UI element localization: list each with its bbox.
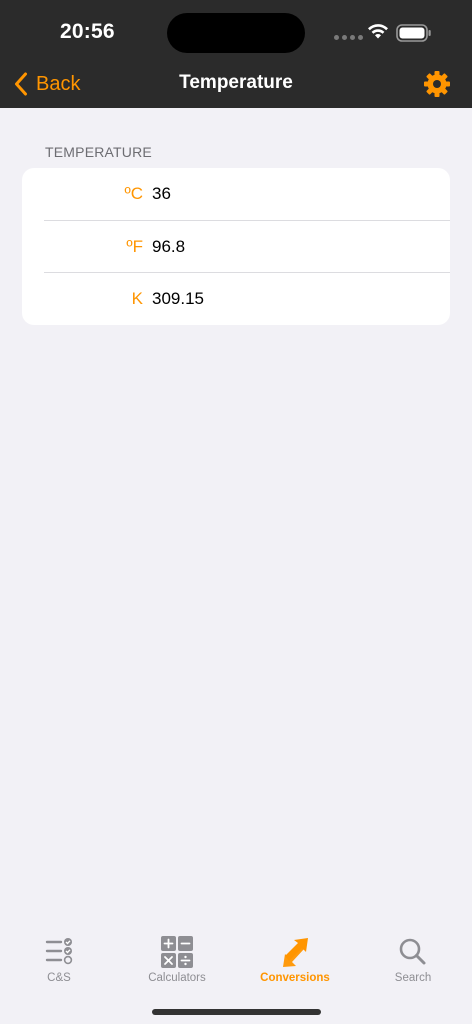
page-title: Temperature bbox=[179, 72, 293, 93]
status-time: 20:56 bbox=[60, 20, 115, 43]
tab-label: Conversions bbox=[260, 972, 330, 984]
tab-cs[interactable]: C&S bbox=[0, 936, 118, 984]
tab-calculators[interactable]: Calculators bbox=[118, 936, 236, 984]
home-indicator bbox=[152, 1009, 321, 1015]
dynamic-island bbox=[167, 13, 305, 53]
unit-label: ºC bbox=[124, 184, 144, 203]
kelvin-field[interactable]: 309.15 bbox=[152, 289, 204, 309]
tab-label: Search bbox=[394, 972, 432, 984]
row-celsius[interactable]: ºC 36 bbox=[22, 168, 450, 220]
gear-icon[interactable] bbox=[423, 70, 451, 98]
wifi-icon bbox=[368, 24, 388, 39]
unit-label: ºF bbox=[126, 237, 143, 256]
battery-icon bbox=[396, 24, 431, 42]
tab-search[interactable]: Search bbox=[354, 936, 472, 984]
tab-conversions[interactable]: Conversions bbox=[236, 936, 354, 984]
row-fahrenheit[interactable]: ºF 96.8 bbox=[22, 221, 450, 273]
cellular-signal-icon bbox=[334, 35, 363, 40]
top-bar: 20:56 Back Temperature bbox=[0, 0, 472, 108]
conversion-arrows-icon bbox=[283, 938, 308, 967]
conversion-card: ºC 36 ºF 96.8 K 309.15 bbox=[22, 168, 450, 325]
section-header: TEMPERATURE bbox=[45, 144, 152, 160]
tab-label: C&S bbox=[47, 972, 71, 984]
calculator-icon bbox=[161, 936, 193, 968]
checklist-icon bbox=[45, 938, 73, 965]
unit-label: K bbox=[131, 289, 143, 308]
fahrenheit-field[interactable]: 96.8 bbox=[152, 237, 185, 257]
row-kelvin[interactable]: K 309.15 bbox=[22, 273, 450, 325]
tab-label: Calculators bbox=[148, 972, 206, 984]
search-icon bbox=[399, 938, 426, 965]
celsius-field[interactable]: 36 bbox=[152, 184, 171, 204]
